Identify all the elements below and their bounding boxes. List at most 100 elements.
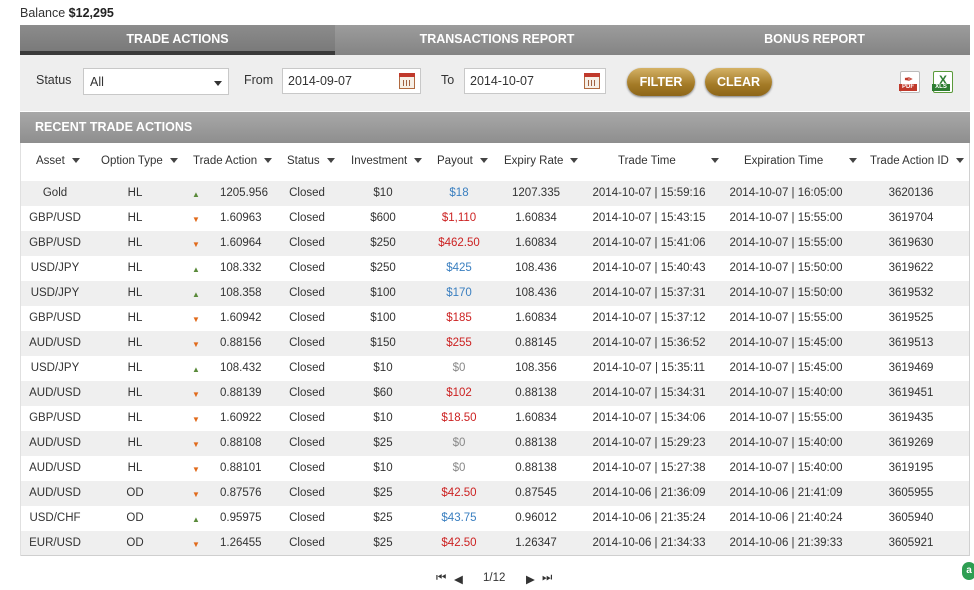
xls-tag: XLS: [932, 84, 950, 91]
column-header-expiration-time[interactable]: Expiration Time: [744, 155, 858, 167]
option-type-cell: OD: [126, 537, 144, 549]
trade-time-cell: 2014-10-07 | 15:35:11: [592, 362, 706, 374]
status-select[interactable]: All: [83, 68, 229, 95]
trade-action-cell: ▼ 0.88139: [192, 387, 262, 399]
trade-action-cell: ▲ 108.358: [192, 287, 262, 299]
trade-action-cell: ▼ 1.60964: [192, 237, 262, 249]
from-date-input[interactable]: 2014-09-07: [282, 68, 421, 94]
pdf-tag: PDF: [899, 84, 917, 91]
asset-cell: AUD/USD: [29, 337, 81, 349]
option-type-cell: HL: [127, 387, 143, 399]
arrow-down-icon: ▼: [192, 340, 200, 349]
option-type-cell: HL: [127, 437, 143, 449]
expiry-rate-cell: 0.88138: [515, 437, 557, 449]
trade-action-cell: ▼ 1.60922: [192, 412, 262, 424]
option-type-cell: HL: [127, 287, 143, 299]
table-row: GBP/USD HL ▼ 1.60963 Closed $600 $1,110 1.60834…: [20, 206, 970, 231]
option-type-cell: HL: [127, 412, 143, 424]
calendar-icon[interactable]: [399, 73, 415, 89]
expiration-time-cell: 2014-10-07 | 15:45:00: [729, 362, 843, 374]
status-cell: Closed: [289, 262, 325, 274]
sort-down-icon: [169, 158, 178, 163]
option-type-cell: OD: [126, 512, 144, 524]
asset-cell: Gold: [42, 187, 68, 199]
expiry-rate-cell: 1207.335: [512, 187, 560, 199]
filter-button[interactable]: FILTER: [627, 68, 695, 96]
prev-page-icon[interactable]: ◀: [454, 572, 463, 586]
expiration-time-cell: 2014-10-07 | 15:50:00: [729, 287, 843, 299]
column-header-trade-time[interactable]: Trade Time: [618, 155, 719, 167]
expiry-rate-cell: 1.26347: [515, 537, 557, 549]
trade-action-id-cell: 3605955: [888, 487, 934, 499]
arrow-down-icon: ▼: [192, 215, 200, 224]
trade-action-id-cell: 3619630: [888, 237, 934, 249]
column-header-status[interactable]: Status: [287, 155, 335, 167]
next-page-icon[interactable]: ▶: [526, 572, 535, 586]
table-row: AUD/USD HL ▼ 0.88108 Closed $25 $0 0.88138 2014-…: [20, 431, 970, 456]
column-header-asset[interactable]: Asset: [36, 155, 80, 167]
column-header-label: Expiry Rate: [504, 155, 564, 167]
payout-cell: $43.75: [441, 512, 477, 524]
sort-down-icon: [71, 158, 80, 163]
tab-trade-actions[interactable]: TRADE ACTIONS: [20, 25, 335, 55]
status-cell: Closed: [289, 437, 325, 449]
trade-action-value: 1.26455: [220, 537, 262, 549]
column-header-expiry-rate[interactable]: Expiry Rate: [504, 155, 579, 167]
expiration-time-cell: 2014-10-07 | 15:55:00: [729, 212, 843, 224]
arrow-down-icon: ▼: [192, 315, 200, 324]
trade-action-id-cell: 3619622: [888, 262, 934, 274]
payout-cell: $1,110: [441, 212, 477, 224]
trade-time-cell: 2014-10-07 | 15:37:31: [592, 287, 706, 299]
pdf-export-icon[interactable]: ✒ PDF: [899, 71, 920, 93]
trade-time-cell: 2014-10-07 | 15:34:31: [592, 387, 706, 399]
first-page-icon[interactable]: ⏮: [436, 572, 446, 585]
expiration-time-cell: 2014-10-07 | 15:55:00: [729, 312, 843, 324]
table-row: GBP/USD HL ▼ 1.60922 Closed $10 $18.50 1.60834 2…: [20, 406, 970, 431]
table-row: USD/JPY HL ▲ 108.332 Closed $250 $425 108.436 20…: [20, 256, 970, 281]
investment-cell: $250: [370, 262, 396, 274]
sort-down-icon: [849, 158, 858, 163]
shield-icon[interactable]: a: [962, 562, 974, 580]
asset-cell: AUD/USD: [29, 462, 81, 474]
tab-bonus-report[interactable]: BONUS REPORT: [659, 25, 970, 55]
xls-export-icon[interactable]: X XLS: [932, 71, 953, 93]
trade-action-cell: ▼ 1.60942: [192, 312, 262, 324]
column-header-option-type[interactable]: Option Type: [101, 155, 178, 167]
payout-cell: $170: [446, 287, 472, 299]
last-page-icon[interactable]: ⏭: [542, 572, 552, 585]
trade-action-id-cell: 3605940: [888, 512, 934, 524]
expiry-rate-cell: 108.436: [515, 262, 557, 274]
column-header-payout[interactable]: Payout: [437, 155, 488, 167]
expiration-time-cell: 2014-10-07 | 15:40:00: [729, 462, 843, 474]
investment-cell: $25: [373, 487, 393, 499]
trade-action-value: 1.60942: [220, 312, 262, 324]
column-header-label: Payout: [437, 155, 473, 167]
trade-time-cell: 2014-10-07 | 15:34:06: [592, 412, 706, 424]
arrow-down-icon: ▼: [192, 540, 200, 549]
expiry-rate-cell: 1.60834: [515, 212, 557, 224]
investment-cell: $10: [373, 362, 393, 374]
chevron-down-icon: [214, 81, 222, 86]
column-header-investment[interactable]: Investment: [351, 155, 423, 167]
from-date-value: 2014-09-07: [288, 74, 352, 88]
payout-cell: $462.50: [438, 237, 480, 249]
expiration-time-cell: 2014-10-07 | 15:45:00: [729, 337, 843, 349]
tab-transactions-report[interactable]: TRANSACTIONS REPORT: [335, 25, 659, 55]
column-header-trade-action-id[interactable]: Trade Action ID: [870, 155, 964, 167]
trade-action-cell: ▼ 0.88156: [192, 337, 262, 349]
to-label: To: [441, 73, 455, 87]
column-header-label: Investment: [351, 155, 408, 167]
sort-down-icon: [570, 158, 579, 163]
trade-action-cell: ▲ 0.95975: [192, 512, 262, 524]
option-type-cell: HL: [127, 262, 143, 274]
trade-action-value: 0.88156: [220, 337, 262, 349]
column-header-label: Trade Action ID: [870, 155, 949, 167]
asset-cell: AUD/USD: [29, 387, 81, 399]
calendar-icon[interactable]: [584, 73, 600, 89]
trade-action-value: 0.88139: [220, 387, 262, 399]
to-date-input[interactable]: 2014-10-07: [464, 68, 606, 94]
clear-button[interactable]: CLEAR: [705, 68, 772, 96]
asset-cell: AUD/USD: [29, 487, 81, 499]
column-header-trade-action[interactable]: Trade Action: [193, 155, 273, 167]
trade-action-cell: ▼ 0.87576: [192, 487, 262, 499]
